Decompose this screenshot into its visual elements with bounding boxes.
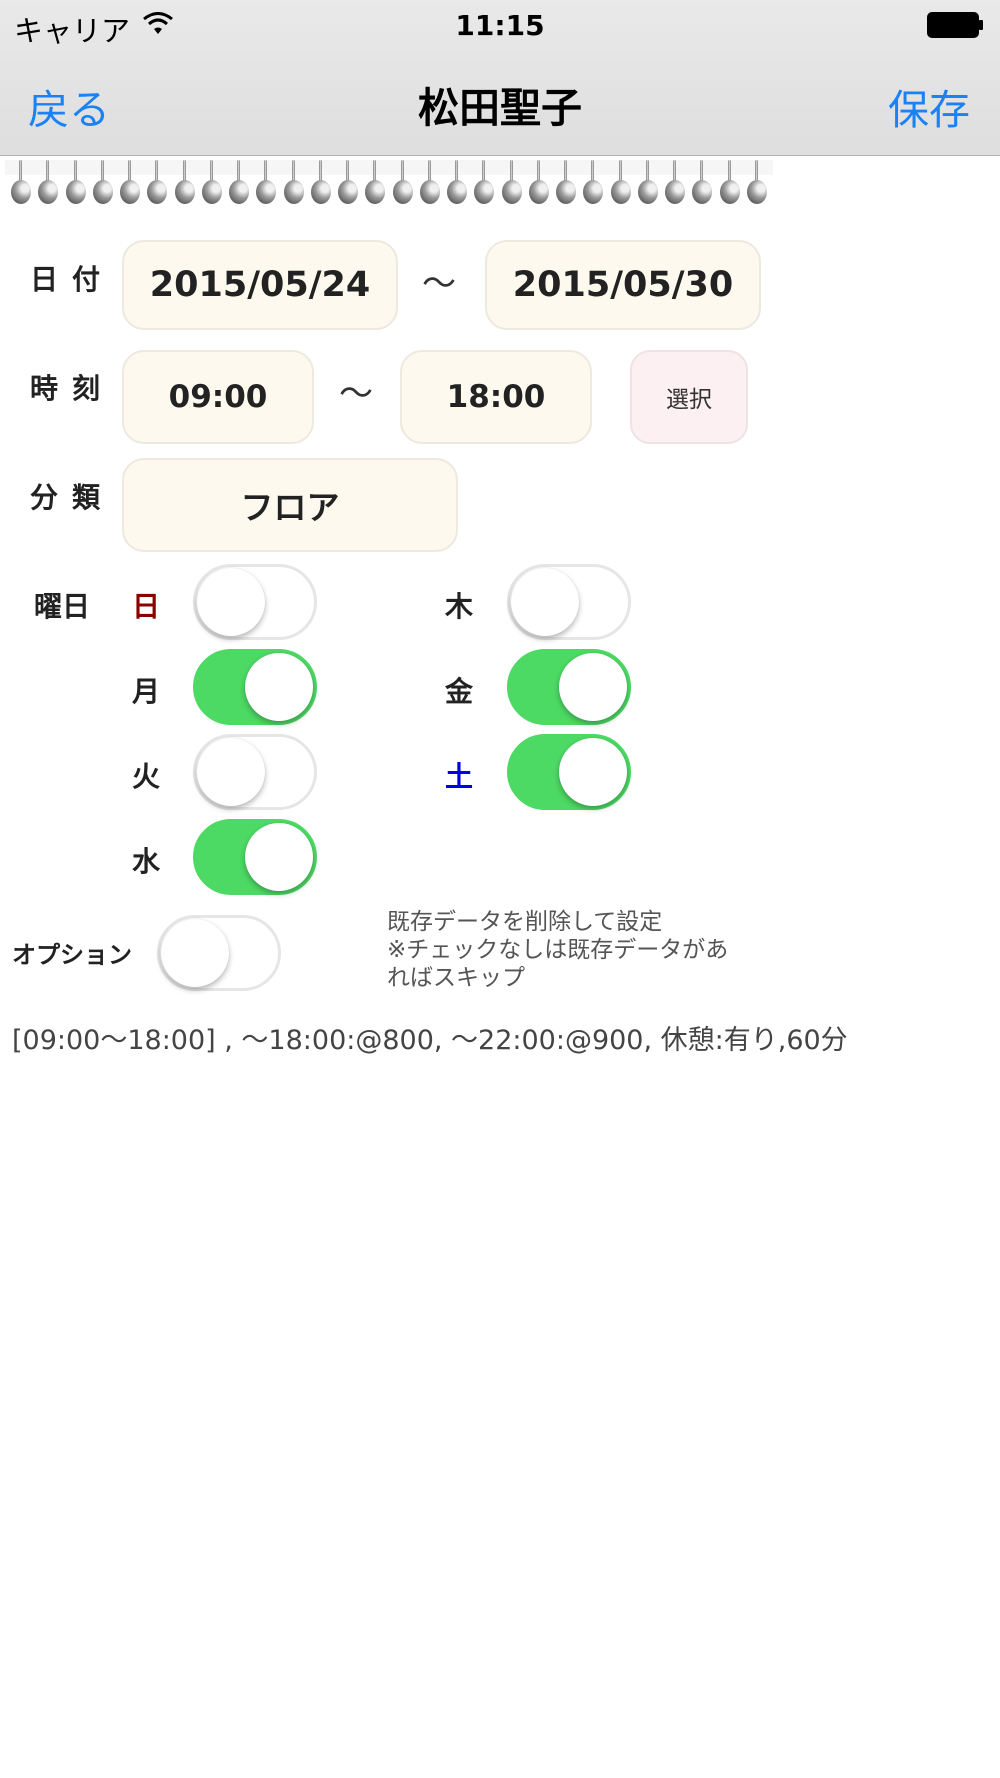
toggle-knob — [197, 568, 265, 636]
time-range-separator: 〜 — [339, 374, 373, 414]
day-label-sunday: 日 — [132, 590, 161, 623]
toggle-knob — [559, 653, 627, 721]
day-label-saturday: 土 — [445, 760, 474, 793]
binding-rings-decoration — [5, 160, 773, 210]
toggle-knob — [161, 919, 229, 987]
option-note-line: ればスキップ — [387, 965, 525, 991]
sunday-toggle[interactable] — [193, 564, 317, 640]
toggle-knob — [245, 823, 313, 891]
date-label: 日付 — [30, 263, 115, 296]
thursday-toggle[interactable] — [507, 564, 631, 640]
page-title: 松田聖子 — [418, 84, 582, 132]
option-toggle[interactable] — [157, 915, 281, 991]
day-label-monday: 月 — [132, 675, 161, 708]
option-note-line: 既存データを削除して設定 — [387, 909, 663, 935]
friday-toggle[interactable] — [507, 649, 631, 725]
battery-icon — [927, 12, 983, 38]
toggle-knob — [245, 653, 313, 721]
status-time: 11:15 — [455, 9, 545, 42]
time-label: 時刻 — [30, 372, 115, 405]
category-field[interactable]: フロア — [122, 458, 458, 552]
time-from-field[interactable]: 09:00 — [122, 350, 314, 444]
date-from-field[interactable]: 2015/05/24 — [122, 240, 398, 330]
toggle-knob — [197, 738, 265, 806]
navigation-bar: キャリア 11:15 戻る 松田聖子 保存 — [0, 0, 1000, 156]
wednesday-toggle[interactable] — [193, 819, 317, 895]
day-label-wednesday: 水 — [132, 845, 161, 878]
saturday-toggle[interactable] — [507, 734, 631, 810]
option-note-line: ※チェックなしは既存データがあ — [387, 937, 729, 963]
time-to-field[interactable]: 18:00 — [400, 350, 592, 444]
toggle-knob — [559, 738, 627, 806]
schedule-summary: [09:00〜18:00] , 〜18:00:@800, 〜22:00:@900… — [12, 1025, 848, 1056]
day-label-thursday: 木 — [445, 590, 474, 623]
category-label: 分類 — [30, 481, 115, 514]
tuesday-toggle[interactable] — [193, 734, 317, 810]
monday-toggle[interactable] — [193, 649, 317, 725]
option-note: 既存データを削除して設定 ※チェックなしは既存データがあ ればスキップ — [387, 908, 728, 992]
toggle-knob — [511, 568, 579, 636]
date-range-separator: 〜 — [422, 264, 456, 304]
weekday-label: 曜日 — [34, 590, 91, 623]
day-label-tuesday: 火 — [132, 760, 161, 793]
save-button[interactable]: 保存 — [888, 76, 970, 136]
time-select-button[interactable]: 選択 — [630, 350, 748, 444]
day-label-friday: 金 — [445, 675, 474, 708]
date-to-field[interactable]: 2015/05/30 — [485, 240, 761, 330]
option-label: オプション — [12, 941, 132, 969]
